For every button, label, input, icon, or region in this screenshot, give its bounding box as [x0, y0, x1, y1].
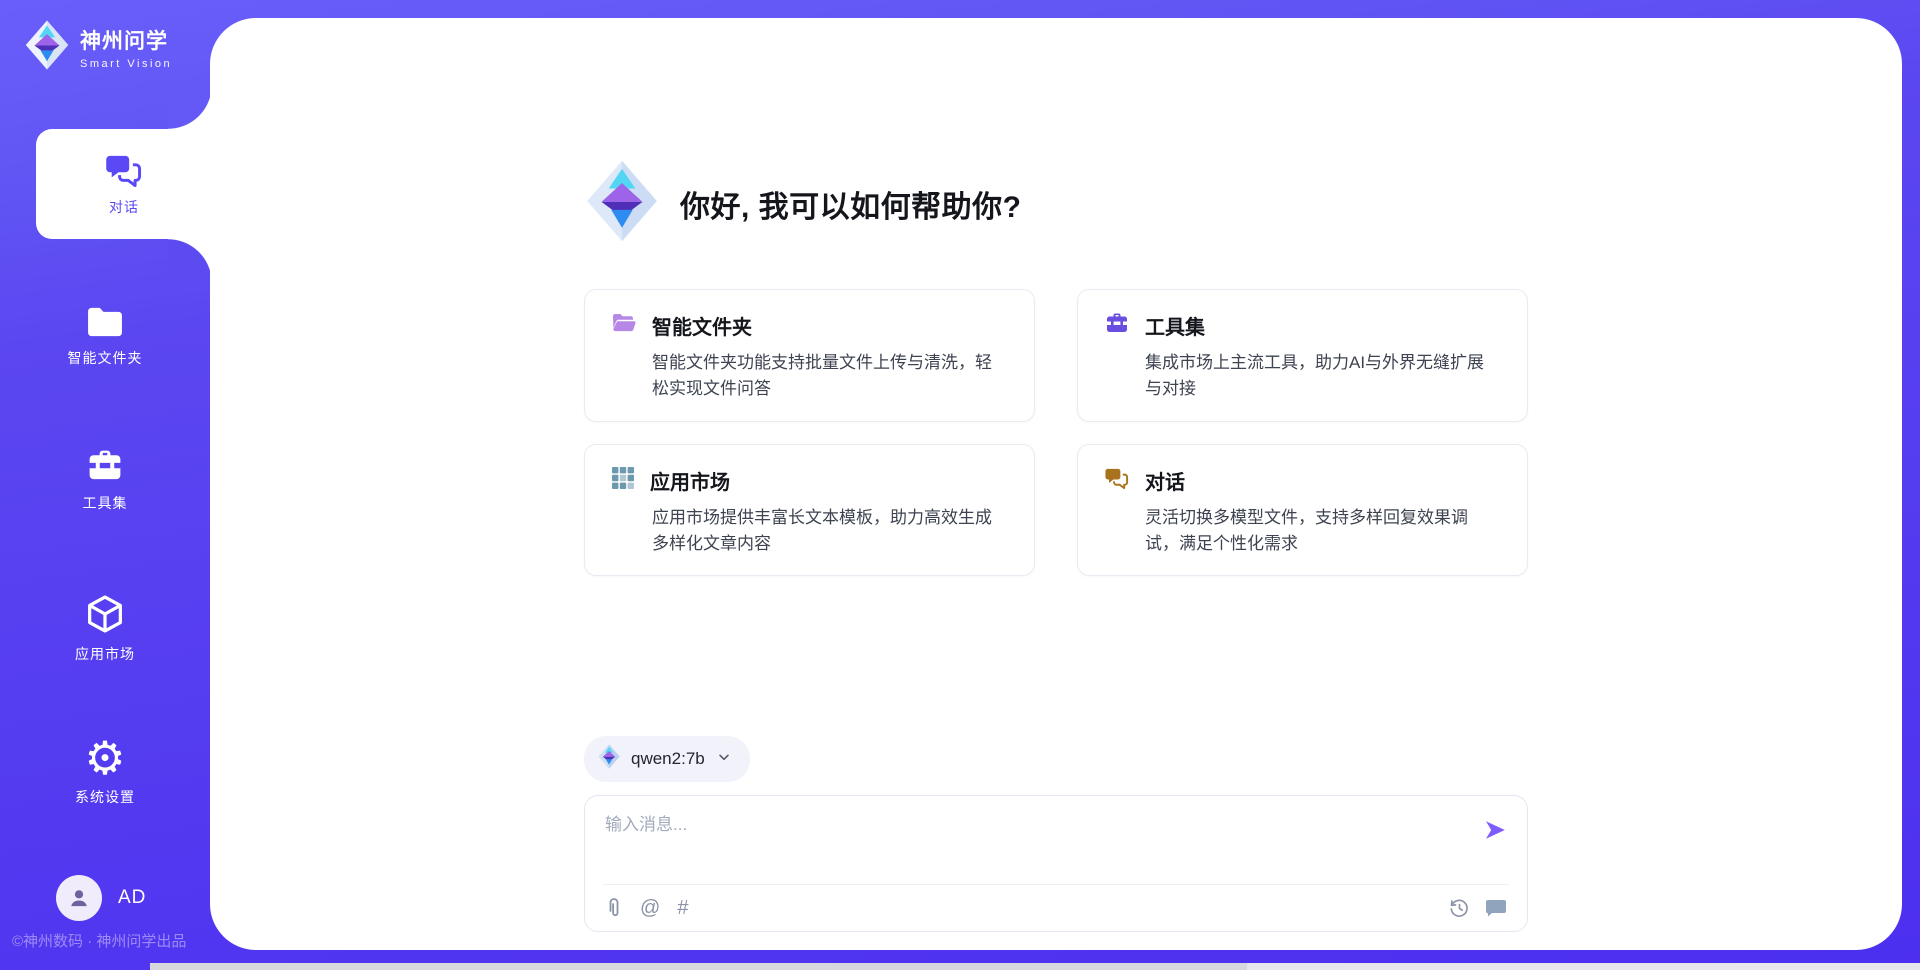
card-title: 智能文件夹 [652, 311, 752, 340]
card-description: 应用市场提供丰富长文本模板，助力高效生成多样化文章内容 [652, 505, 1008, 558]
card-title: 应用市场 [650, 466, 730, 495]
sidebar-item-app-market[interactable]: 应用市场 [0, 571, 210, 685]
page-title: 你好, 我可以如何帮助你? [680, 182, 1022, 226]
folder-open-icon [611, 312, 637, 339]
greeting-header: 你好, 我可以如何帮助你? [584, 160, 1528, 247]
sidebar-item-label: 智能文件夹 [68, 348, 143, 368]
hashtag-icon[interactable]: # [677, 898, 688, 918]
feature-card-app-market[interactable]: 应用市场 应用市场提供丰富长文本模板，助力高效生成多样化文章内容 [584, 444, 1035, 577]
sidebar-item-smart-folder[interactable]: 智能文件夹 [0, 279, 210, 393]
greeting-diamond-icon [586, 160, 658, 247]
grid-icon [611, 466, 635, 495]
sidebar-item-settings[interactable]: ⚙ 系统设置 [0, 715, 210, 829]
user-profile[interactable]: AD [56, 875, 146, 921]
scrollbar-thumb[interactable] [150, 963, 1247, 970]
brand-logo: 神州问学 Smart Vision [24, 20, 172, 75]
chevron-down-icon [716, 749, 732, 770]
history-icon[interactable] [1448, 897, 1470, 919]
model-selector[interactable]: qwen2:7b [584, 736, 750, 782]
briefcase-icon [85, 448, 125, 484]
copyright-text: ©神州数码 · 神州问学出品 [12, 930, 186, 951]
feature-cards: 智能文件夹 智能文件夹功能支持批量文件上传与清洗，轻松实现文件问答 [584, 289, 1528, 576]
sidebar-item-label: 工具集 [83, 493, 128, 513]
chat-icon [104, 152, 144, 188]
cube-icon [84, 593, 126, 635]
feature-card-toolset[interactable]: 工具集 集成市场上主流工具，助力AI与外界无缝扩展与对接 [1077, 289, 1528, 422]
message-composer: @ # [584, 795, 1528, 932]
model-diamond-icon [598, 744, 620, 774]
chat-icon [1104, 466, 1130, 495]
brand-name: 神州问学 [80, 25, 172, 55]
card-description: 灵活切换多模型文件，支持多样回复效果调试，满足个性化需求 [1145, 505, 1501, 558]
horizontal-scrollbar[interactable] [150, 963, 1920, 970]
sidebar-item-toolset[interactable]: 工具集 [0, 423, 210, 537]
sidebar-item-label: 对话 [109, 197, 139, 217]
model-name: qwen2:7b [631, 749, 705, 769]
gear-icon: ⚙ [84, 738, 125, 778]
card-description: 集成市场上主流工具，助力AI与外界无缝扩展与对接 [1145, 350, 1501, 403]
avatar [56, 875, 102, 921]
brand-diamond-icon [24, 20, 70, 75]
card-title: 工具集 [1145, 311, 1205, 340]
sidebar-item-chat[interactable]: 对话 [36, 129, 212, 239]
sidebar-item-label: 系统设置 [75, 787, 135, 807]
sidebar-item-label: 应用市场 [75, 644, 135, 664]
app-window: 神州问学 Smart Vision 对话 智能文件夹 [0, 0, 1920, 963]
attachment-icon[interactable] [605, 897, 623, 919]
message-input[interactable] [605, 810, 1471, 868]
feature-card-chat[interactable]: 对话 灵活切换多模型文件，支持多样回复效果调试，满足个性化需求 [1077, 444, 1528, 577]
feature-card-smart-folder[interactable]: 智能文件夹 智能文件夹功能支持批量文件上传与清洗，轻松实现文件问答 [584, 289, 1035, 422]
folder-icon [85, 305, 125, 339]
main-panel: 你好, 我可以如何帮助你? 智能文件夹 智能文件夹功能支持批量文件上传与清洗，轻… [210, 18, 1902, 950]
brand-subtitle: Smart Vision [80, 58, 172, 70]
mention-icon[interactable]: @ [640, 898, 660, 918]
sidebar: 神州问学 Smart Vision 对话 智能文件夹 [0, 0, 210, 963]
card-description: 智能文件夹功能支持批量文件上传与清洗，轻松实现文件问答 [652, 350, 1008, 403]
send-icon[interactable] [1483, 818, 1507, 842]
user-initials: AD [118, 887, 146, 909]
chat-bubble-icon[interactable] [1485, 898, 1507, 918]
briefcase-icon [1104, 312, 1130, 340]
card-title: 对话 [1145, 466, 1185, 495]
